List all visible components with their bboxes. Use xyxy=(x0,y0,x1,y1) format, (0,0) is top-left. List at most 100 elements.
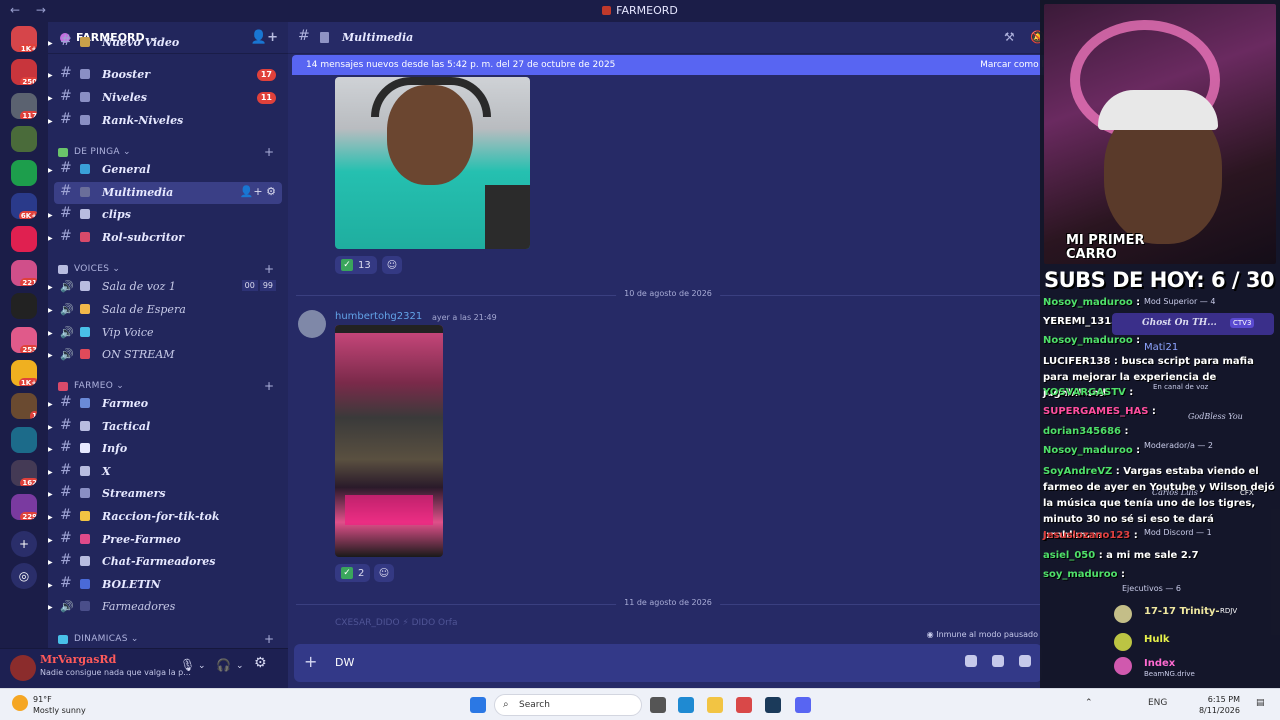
channel-boletin[interactable]: ▶ # BOLETIN xyxy=(48,574,288,596)
server-icon[interactable]: 1K+ xyxy=(11,360,37,386)
reaction-check[interactable]: ✓ 13 xyxy=(335,256,377,274)
settings-gear-icon[interactable]: ⚙ xyxy=(254,655,267,671)
task-view-icon[interactable] xyxy=(650,697,666,713)
category-header[interactable]: VOICES ⌄ xyxy=(58,264,120,274)
member-ghost[interactable]: Ghost On TH... CTV3 xyxy=(1112,313,1274,335)
channel-vip-voice[interactable]: ▶ 🔊 Vip Voice xyxy=(48,322,288,344)
user-name[interactable]: MrVargasRd xyxy=(40,653,116,666)
reaction-count: 2 xyxy=(358,567,365,579)
file-explorer-icon[interactable] xyxy=(707,697,723,713)
channel-sala-de-voz-1[interactable]: ▶ 🔊 Sala de voz 1 00 99 xyxy=(48,276,288,298)
add-reaction-button[interactable]: ☺ xyxy=(382,256,402,274)
channel-niveles[interactable]: ▶ # Niveles 11 xyxy=(48,87,288,109)
attached-image[interactable] xyxy=(335,325,443,557)
attached-video-thumbnail[interactable] xyxy=(335,77,530,249)
channel-booster[interactable]: ▶ # Booster 17 xyxy=(48,64,288,86)
language-indicator[interactable]: ENG xyxy=(1148,698,1167,708)
notification-icon[interactable]: ▤ xyxy=(1256,698,1265,708)
server-icon[interactable]: 117 xyxy=(11,92,37,119)
avatar[interactable] xyxy=(1114,605,1132,623)
mark-read-button[interactable]: Marcar como l xyxy=(980,60,1044,70)
chevron-down-icon[interactable]: ⌄ xyxy=(198,661,206,671)
unread-dot-icon: ▶ xyxy=(48,514,53,521)
new-messages-bar[interactable]: 14 mensajes nuevos desde las 5:42 p. m. … xyxy=(292,55,1048,75)
weather-widget[interactable]: 91°F Mostly sunny xyxy=(33,694,86,716)
channel-actions[interactable]: 👤+ ⚙ xyxy=(240,185,276,198)
channel-nuevo-video[interactable]: ▶ # Nuevo Video xyxy=(48,32,288,54)
channel-farmeadores[interactable]: ▶ 🔊 Farmeadores xyxy=(48,596,288,618)
add-channel-icon[interactable]: + xyxy=(264,145,274,159)
category-header[interactable]: FARMEO ⌄ xyxy=(58,381,124,391)
tray-chevron-icon[interactable]: ⌃ xyxy=(1085,698,1093,708)
channel-rank-niveles[interactable]: ▶ # Rank-Niveles xyxy=(48,110,288,132)
server-icon[interactable] xyxy=(11,126,37,153)
sticker-icon[interactable] xyxy=(1019,655,1031,667)
headphones-icon[interactable]: 🎧 xyxy=(216,658,231,672)
avatar[interactable] xyxy=(298,310,326,338)
channel-x[interactable]: ▶ # X xyxy=(48,461,288,483)
add-channel-icon[interactable]: + xyxy=(264,379,274,393)
server-icon[interactable]: 162 xyxy=(11,460,37,487)
add-server-icon[interactable]: + xyxy=(11,531,37,557)
category-header[interactable]: DINAMICAS ⌄ xyxy=(58,634,139,644)
search-icon: ⌕ xyxy=(503,699,509,710)
server-icon[interactable] xyxy=(11,293,37,320)
weather-icon[interactable] xyxy=(12,695,28,711)
reaction-check[interactable]: ✓ 2 xyxy=(335,564,371,582)
chat-text: : a mi me sale 2.7 xyxy=(1095,550,1199,561)
channel-farmeo[interactable]: ▶ # Farmeo xyxy=(48,393,288,415)
channel-multimedia[interactable]: # Multimedia 👤+ ⚙ xyxy=(54,182,282,204)
channel-on-stream[interactable]: ▶ 🔊 ON STREAM xyxy=(48,344,288,366)
attach-plus-icon[interactable]: + xyxy=(304,652,317,671)
server-icon[interactable]: 229 xyxy=(11,493,37,520)
threads-icon[interactable]: ⚒ xyxy=(1004,30,1015,44)
server-icon[interactable]: 253 xyxy=(11,326,37,353)
member-name[interactable]: 17-17 Trinity- xyxy=(1144,606,1220,617)
channel-pree-farmeo[interactable]: ▶ # Pree-Farmeo xyxy=(48,529,288,551)
channel-rol-subcritor[interactable]: ▶ # Rol-subcritor xyxy=(48,227,288,249)
add-channel-icon[interactable]: + xyxy=(264,262,274,276)
category-header[interactable]: DE PINGA ⌄ xyxy=(58,147,131,157)
server-icon[interactable] xyxy=(11,159,37,186)
channel-info[interactable]: ▶ # Info xyxy=(48,438,288,460)
gif-icon[interactable] xyxy=(992,655,1004,667)
member-name[interactable]: Hulk xyxy=(1144,634,1170,645)
avatar[interactable] xyxy=(1114,633,1132,651)
avatar[interactable] xyxy=(1114,657,1132,675)
server-icon[interactable] xyxy=(11,226,37,253)
member-name: Ghost On TH... xyxy=(1142,318,1217,328)
channel-tactical[interactable]: ▶ # Tactical xyxy=(48,416,288,438)
avatar[interactable] xyxy=(10,655,36,681)
message-input[interactable]: + DW xyxy=(294,644,1042,682)
chevron-down-icon[interactable]: ⌄ xyxy=(236,661,244,671)
channel-sala-de-espera[interactable]: ▶ 🔊 Sala de Espera xyxy=(48,299,288,321)
edge-icon[interactable] xyxy=(678,697,694,713)
add-reaction-button[interactable]: ☺ xyxy=(374,564,394,582)
server-icon[interactable]: 221 xyxy=(11,259,37,286)
start-icon[interactable] xyxy=(470,697,486,713)
channel-chat-farmeadores[interactable]: ▶ # Chat-Farmeadores xyxy=(48,551,288,573)
server-icon[interactable]: 6K+ xyxy=(11,193,37,219)
channel-emoji-icon xyxy=(80,398,90,408)
date-divider: 11 de agosto de 2026 xyxy=(296,598,1040,607)
discord-icon[interactable] xyxy=(795,697,811,713)
server-icon[interactable] xyxy=(11,426,37,453)
channel-streamers[interactable]: ▶ # Streamers xyxy=(48,483,288,505)
message-author[interactable]: humbertohg2321 xyxy=(335,311,422,322)
member-name[interactable]: Index xyxy=(1144,658,1175,669)
channel-general[interactable]: ▶ # General xyxy=(48,159,288,181)
clock[interactable]: 6:15 PM 8/11/2026 xyxy=(1199,694,1240,716)
server-icon[interactable]: 250 xyxy=(11,59,37,86)
message-input-value[interactable]: DW xyxy=(335,656,354,669)
channel-raccion-for-tik-tok[interactable]: ▶ # Raccion-for-tik-tok xyxy=(48,506,288,528)
mic-icon[interactable]: 🎙 xyxy=(180,658,195,672)
gift-icon[interactable] xyxy=(965,655,977,667)
server-icon[interactable]: 1K+ xyxy=(11,26,37,52)
app-icon[interactable] xyxy=(736,697,752,713)
steam-icon[interactable] xyxy=(765,697,781,713)
search-box[interactable]: ⌕ Search xyxy=(494,694,642,716)
add-channel-icon[interactable]: + xyxy=(264,632,274,646)
server-icon[interactable]: 1 xyxy=(11,393,37,420)
compass-icon[interactable]: ◎ xyxy=(11,563,37,589)
channel-clips[interactable]: ▶ # clips xyxy=(48,204,288,226)
